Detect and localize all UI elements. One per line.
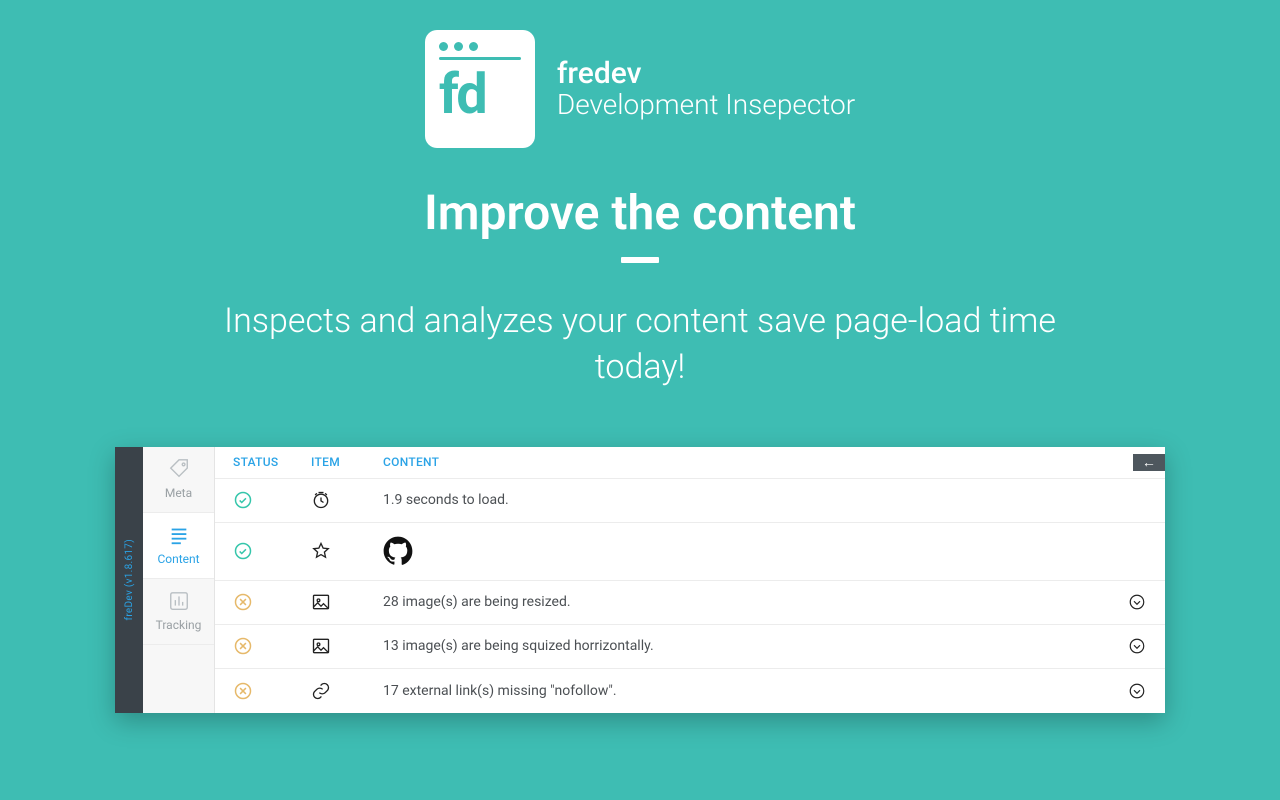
- status-warn-icon: [233, 681, 253, 701]
- star-icon: [311, 541, 331, 561]
- table-row: 13 image(s) are being squized horrizonta…: [215, 625, 1165, 669]
- row-content: 13 image(s) are being squized horrizonta…: [383, 638, 1109, 654]
- barchart-icon: [168, 590, 190, 612]
- row-content: 1.9 seconds to load.: [383, 492, 1109, 508]
- sidebar-item-meta[interactable]: Meta: [143, 447, 214, 513]
- chevron-down-icon[interactable]: [1128, 682, 1146, 700]
- status-warn-icon: [233, 636, 253, 656]
- clock-icon: [311, 490, 331, 510]
- subheadline: Inspects and analyzes your content save …: [180, 299, 1100, 391]
- image-icon: [311, 636, 331, 656]
- brand-logo: fd: [425, 30, 535, 148]
- collapse-button[interactable]: ←: [1133, 454, 1165, 471]
- sidebar-item-tracking[interactable]: Tracking: [143, 579, 214, 645]
- sidebar-item-content[interactable]: Content: [143, 513, 214, 579]
- panel-version-bar: freDev (v1.8.617): [115, 447, 143, 713]
- brand-header: fd fredev Development Insepector: [425, 30, 855, 148]
- status-ok-icon: [233, 541, 253, 561]
- chevron-down-icon[interactable]: [1128, 593, 1146, 611]
- link-icon: [311, 681, 331, 701]
- chevron-down-icon[interactable]: [1128, 637, 1146, 655]
- logo-text: fd: [439, 68, 521, 121]
- sidebar-item-label: Tracking: [156, 618, 202, 632]
- arrow-left-icon: ←: [1142, 454, 1156, 471]
- headline-divider: [621, 257, 659, 263]
- panel-header-row: STATUS ITEM CONTENT ←: [215, 447, 1165, 479]
- github-icon[interactable]: [383, 536, 413, 566]
- version-label: freDev (v1.8.617): [124, 539, 135, 620]
- lines-icon: [168, 524, 190, 546]
- brand-text: fredev Development Insepector: [557, 57, 855, 121]
- header-status: STATUS: [233, 455, 311, 469]
- panel-sidebar: Meta Content Tracking: [143, 447, 215, 713]
- headline: Improve the content: [424, 184, 856, 241]
- header-content: CONTENT: [383, 455, 1133, 469]
- table-row: 28 image(s) are being resized.: [215, 581, 1165, 625]
- logo-line-icon: [439, 57, 521, 60]
- status-warn-icon: [233, 592, 253, 612]
- table-row: [215, 523, 1165, 581]
- row-content: 17 external link(s) missing "nofollow".: [383, 683, 1109, 699]
- sidebar-item-label: Meta: [165, 486, 192, 500]
- table-row: 17 external link(s) missing "nofollow".: [215, 669, 1165, 713]
- sidebar-item-label: Content: [157, 552, 199, 566]
- brand-name: fredev: [557, 57, 855, 90]
- status-ok-icon: [233, 490, 253, 510]
- header-item: ITEM: [311, 455, 383, 469]
- inspector-panel: freDev (v1.8.617) Meta Content Tracking …: [115, 447, 1165, 713]
- panel-main: STATUS ITEM CONTENT ← 1.9 seconds to loa…: [215, 447, 1165, 713]
- row-content: 28 image(s) are being resized.: [383, 594, 1109, 610]
- logo-dots-icon: [439, 42, 521, 51]
- image-icon: [311, 592, 331, 612]
- table-row: 1.9 seconds to load.: [215, 479, 1165, 523]
- brand-subtitle: Development Insepector: [557, 90, 855, 121]
- tag-icon: [168, 458, 190, 480]
